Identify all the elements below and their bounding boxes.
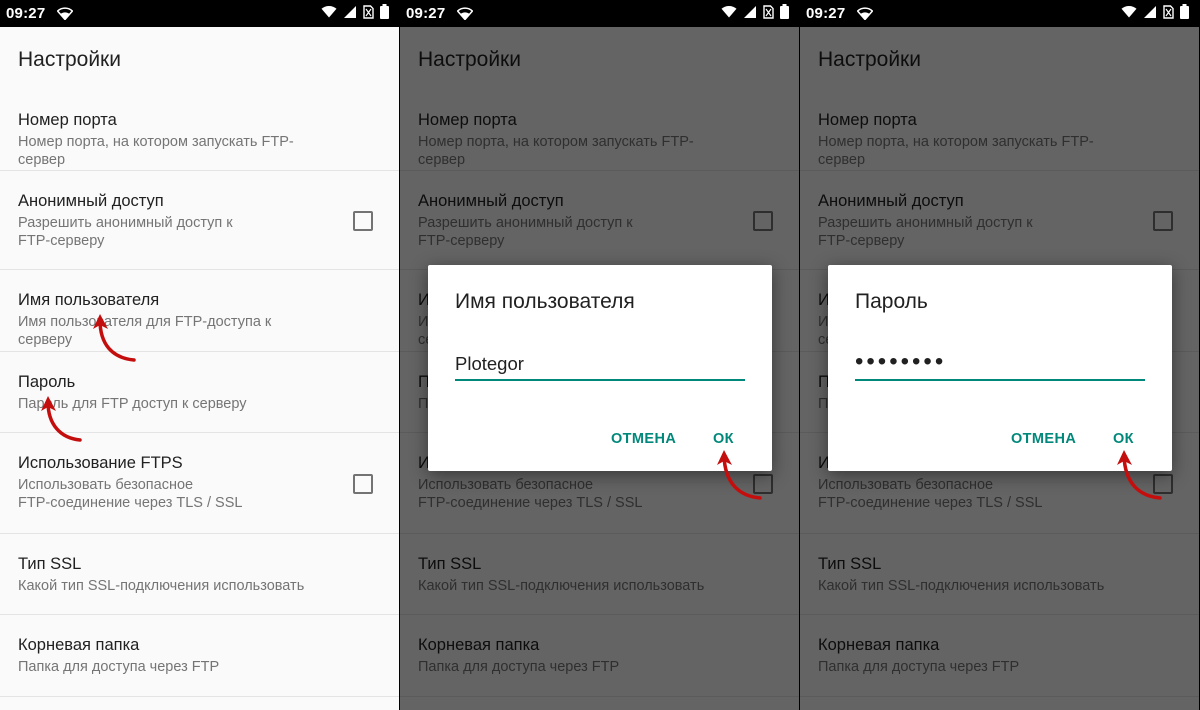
password-input[interactable]: ••••••••	[855, 350, 1145, 381]
pref-summary: Имя пользователя для FTP-доступа к серве…	[18, 314, 272, 348]
username-input[interactable]: Plotegor	[455, 351, 745, 381]
wifi-icon	[1121, 5, 1137, 22]
pref-password[interactable]: Пароль Пароль для FTP доступ к серверу	[0, 352, 399, 433]
page-title: Настройки	[18, 48, 121, 71]
pref-summary: Номер порта, на котором запускать FTP-се…	[18, 134, 294, 168]
ok-button[interactable]: ОК	[1113, 431, 1134, 447]
use-ftps-checkbox[interactable]	[353, 474, 373, 494]
pref-root-folder[interactable]: Корневая папка Папка для доступа через F…	[0, 615, 399, 697]
pref-title: Пароль	[18, 373, 76, 391]
status-time: 09:27	[406, 5, 446, 22]
dialog-title: Имя пользователя	[455, 290, 635, 313]
ok-button[interactable]: ОК	[713, 431, 734, 447]
wifi-icon	[721, 5, 737, 22]
cell-signal-icon	[743, 5, 757, 23]
pref-summary: Использовать безопасное FTP-соединение ч…	[18, 477, 243, 511]
screens-container: 09:27 Настройки Номер порта Номер порта,…	[0, 0, 1200, 710]
pref-use-ftps[interactable]: Использование FTPS Использовать безопасн…	[0, 433, 399, 534]
dialog-title: Пароль	[855, 290, 928, 313]
cell-signal-icon	[343, 5, 357, 23]
pref-title: Использование FTPS	[18, 454, 183, 472]
pref-summary: Какой тип SSL-подключения использовать	[18, 578, 305, 594]
pref-title: Анонимный доступ	[18, 192, 164, 210]
pref-title: Имя пользователя	[18, 291, 160, 309]
pref-summary: Папка для доступа через FTP	[18, 659, 220, 675]
battery-icon	[380, 4, 389, 23]
pref-summary: Разрешить анонимный доступ к FTP-серверу	[18, 215, 233, 249]
status-time: 09:27	[6, 5, 46, 22]
cancel-button[interactable]: ОТМЕНА	[1011, 431, 1076, 447]
password-dialog: Пароль •••••••• ОТМЕНА ОК	[828, 265, 1172, 471]
pref-anonymous-access[interactable]: Анонимный доступ Разрешить анонимный дос…	[0, 171, 399, 270]
battery-icon	[1180, 4, 1189, 23]
phone-screen-1: 09:27 Настройки Номер порта Номер порта,…	[0, 0, 399, 710]
cancel-button[interactable]: ОТМЕНА	[611, 431, 676, 447]
wifi-icon	[57, 7, 74, 20]
wifi-icon	[457, 7, 474, 20]
no-sim-icon	[763, 4, 774, 23]
status-bar: 09:27	[0, 0, 399, 27]
status-time: 09:27	[806, 5, 846, 22]
anonymous-access-checkbox[interactable]	[353, 211, 373, 231]
battery-icon	[780, 4, 789, 23]
username-dialog: Имя пользователя Plotegor ОТМЕНА ОК	[428, 265, 772, 471]
phone-screen-3: 09:27 Настройки Номер порта Номер порта,…	[800, 0, 1199, 710]
pref-title: Номер порта	[18, 111, 117, 129]
pref-port-number[interactable]: Номер порта Номер порта, на котором запу…	[0, 91, 399, 171]
cell-signal-icon	[1143, 5, 1157, 23]
status-bar: 09:27	[800, 0, 1199, 27]
no-sim-icon	[363, 4, 374, 23]
phone-screen-2: 09:27 Настройки Номер порта Номер порта,…	[400, 0, 799, 710]
pref-title: Тип SSL	[18, 555, 82, 573]
status-bar: 09:27	[400, 0, 799, 27]
no-sim-icon	[1163, 4, 1174, 23]
pref-title: Корневая папка	[18, 636, 140, 654]
pref-username[interactable]: Имя пользователя Имя пользователя для FT…	[0, 270, 399, 352]
pref-summary: Пароль для FTP доступ к серверу	[18, 396, 247, 412]
wifi-icon	[857, 7, 874, 20]
wifi-icon	[321, 5, 337, 22]
pref-ssl-type[interactable]: Тип SSL Какой тип SSL-подключения исполь…	[0, 534, 399, 615]
